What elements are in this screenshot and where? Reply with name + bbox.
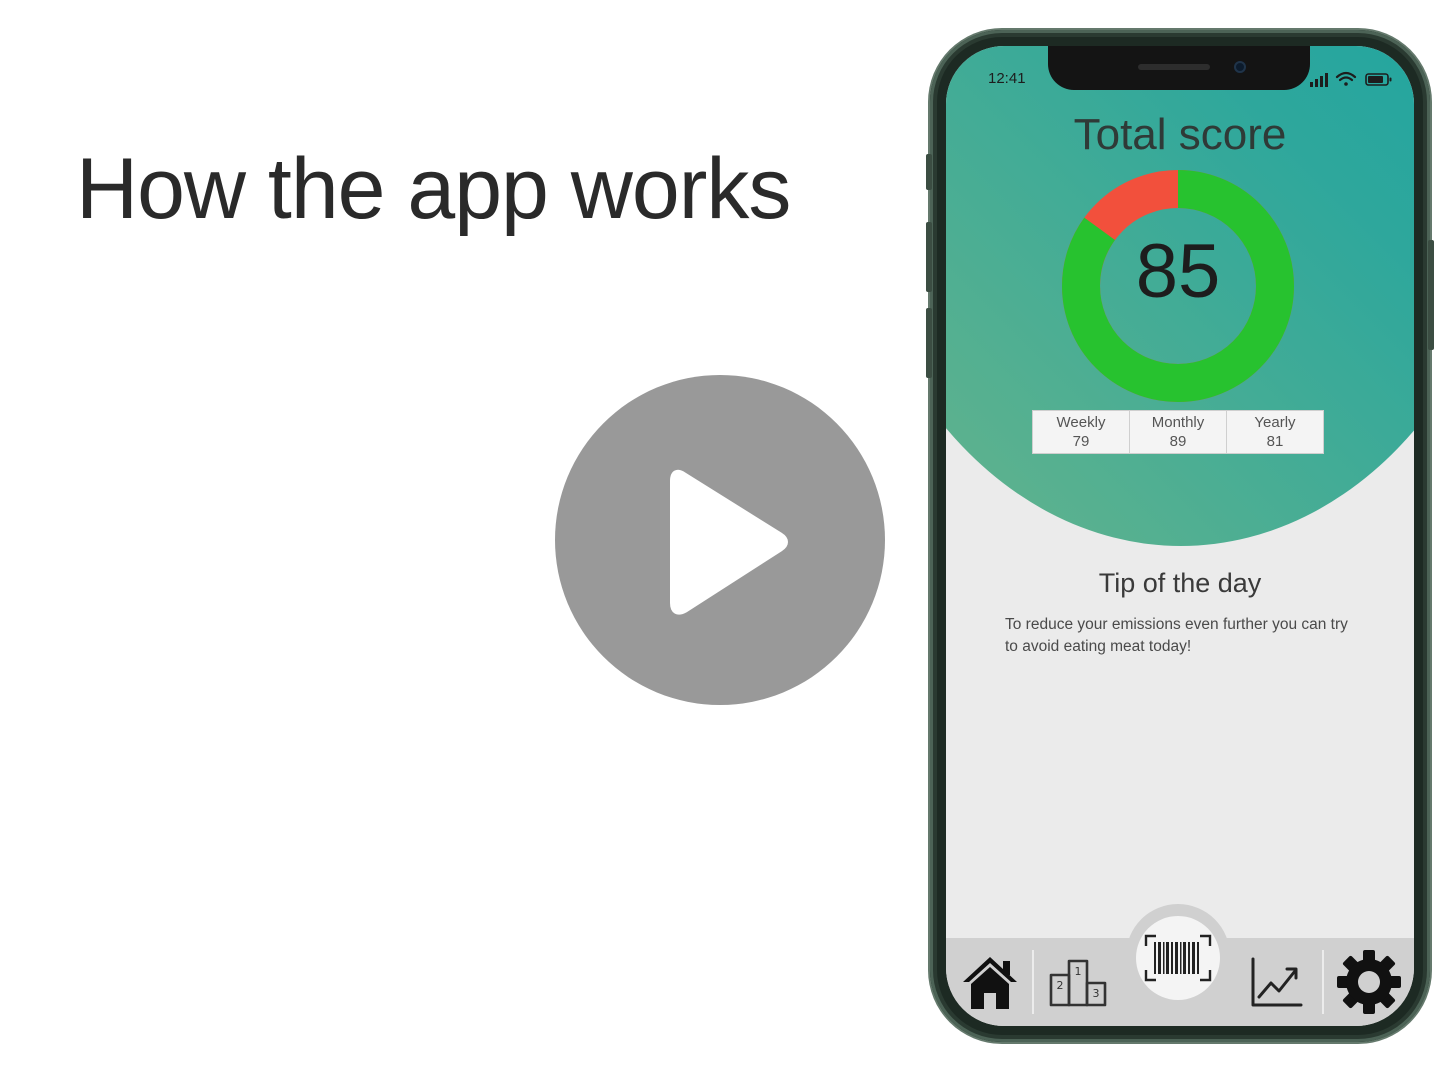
yearly-value: 81: [1266, 433, 1284, 450]
tip-of-the-day-title: Tip of the day: [1098, 568, 1262, 598]
total-score-title: Total score: [1073, 110, 1287, 159]
front-camera: [1234, 61, 1246, 73]
barcode-scanner-icon: [1144, 934, 1212, 982]
svg-text:1: 1: [1075, 965, 1082, 978]
battery-icon: [1365, 73, 1392, 86]
slide-title: How the app works: [76, 141, 791, 237]
phone-notch: [1048, 46, 1310, 90]
tab-statistics[interactable]: [1236, 942, 1316, 1022]
svg-text:2: 2: [1057, 979, 1064, 992]
tab-scan-barcode[interactable]: [1136, 916, 1220, 1000]
mute-switch: [926, 154, 932, 190]
monthly-score-cell[interactable]: Monthly 89: [1130, 411, 1227, 453]
podium-icon: 1 2 3: [1049, 959, 1107, 1007]
signal-icon: [1310, 73, 1328, 87]
app-screen: 12:41 Total score 85 Weekly 79 Monthly 8…: [946, 46, 1414, 1026]
tab-leaderboard[interactable]: 1 2 3: [1038, 942, 1118, 1022]
weekly-label: Weekly: [1056, 414, 1106, 431]
gear-icon: [1337, 950, 1401, 1014]
svg-text:3: 3: [1093, 987, 1100, 1000]
volume-down-button: [926, 308, 932, 378]
wifi-icon: [1335, 71, 1357, 86]
tip-of-the-day-text: To reduce your emissions even further yo…: [1005, 616, 1348, 655]
yearly-score-cell[interactable]: Yearly 81: [1227, 411, 1323, 453]
tab-settings[interactable]: [1328, 942, 1410, 1022]
presentation-slide: How the app works 12:41 Total score 85 W…: [0, 0, 1440, 1080]
speaker-grille: [1138, 64, 1210, 70]
phone-mockup: 12:41 Total score 85 Weekly 79 Monthly 8…: [926, 30, 1434, 1042]
status-bar-icons: [1310, 71, 1392, 87]
volume-up-button: [926, 222, 932, 292]
power-button: [1428, 240, 1434, 350]
play-icon: [670, 469, 788, 615]
yearly-label: Yearly: [1254, 414, 1296, 431]
period-score-table: Weekly 79 Monthly 89 Yearly 81: [1032, 410, 1324, 454]
monthly-label: Monthly: [1151, 414, 1205, 431]
tab-home[interactable]: [950, 942, 1030, 1022]
total-score-value: 85: [1135, 229, 1221, 314]
video-play-button[interactable]: [555, 375, 885, 705]
monthly-value: 89: [1169, 433, 1187, 450]
tab-divider: [1032, 950, 1034, 1014]
weekly-value: 79: [1072, 433, 1090, 450]
tab-divider: [1322, 950, 1324, 1014]
weekly-score-cell[interactable]: Weekly 79: [1033, 411, 1130, 453]
status-bar-time: 12:41: [988, 70, 1026, 87]
home-icon: [963, 957, 1017, 1009]
trend-chart-icon: [1251, 957, 1303, 1007]
